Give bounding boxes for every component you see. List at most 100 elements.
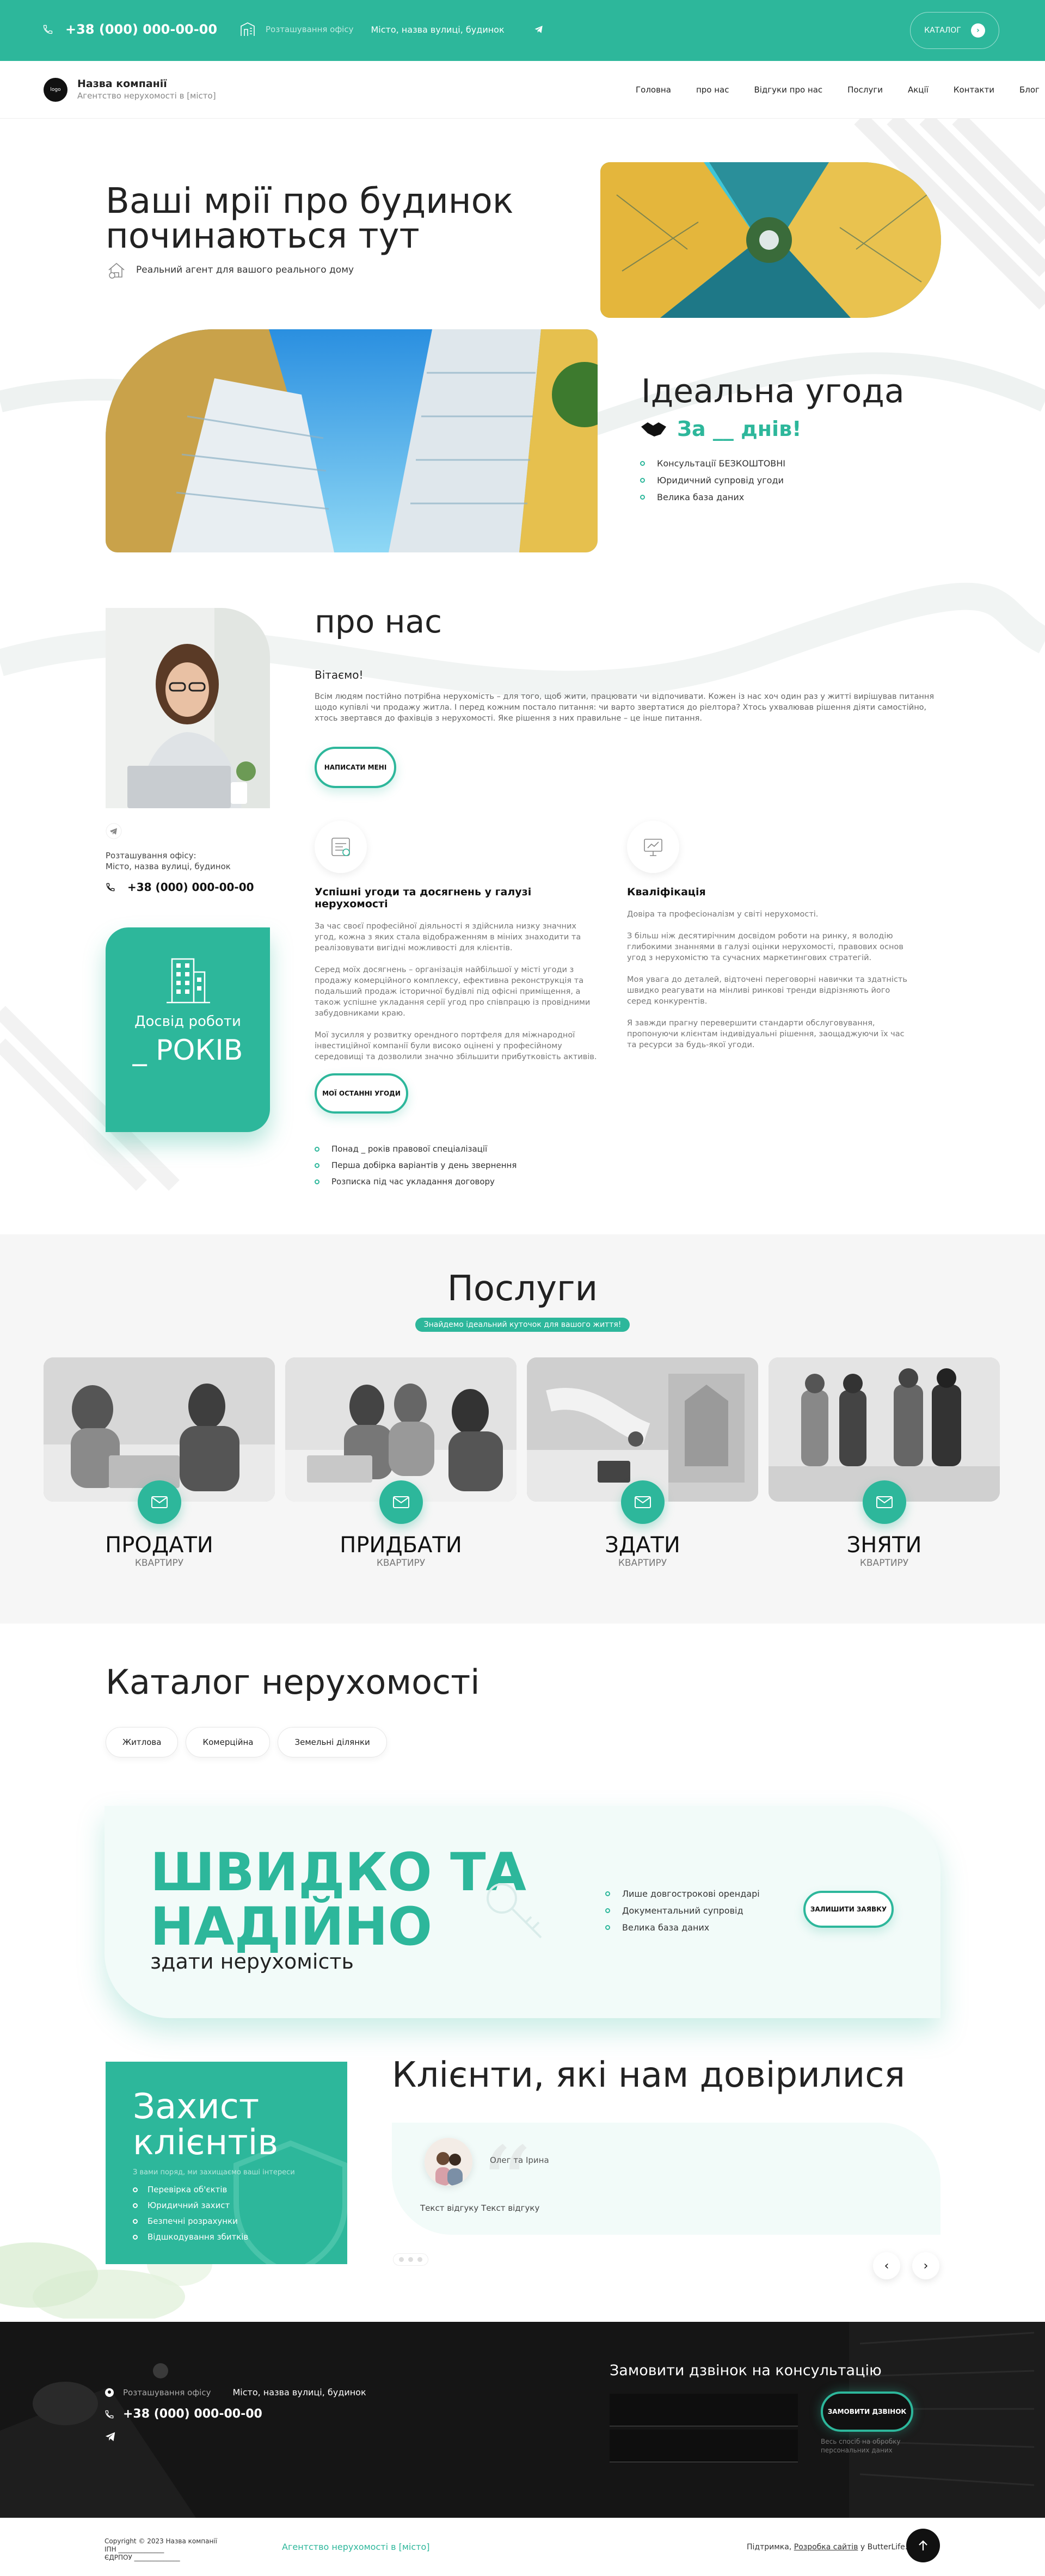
bullet-icon — [605, 1891, 610, 1896]
nav-services[interactable]: Послуги — [847, 85, 883, 95]
write-me-button[interactable]: НАПИСАТИ МЕНІ — [315, 747, 396, 788]
promo-subtitle: здати нерухомість — [150, 1950, 354, 1974]
mail-icon[interactable] — [138, 1480, 181, 1524]
leave-request-button[interactable]: ЗАЛИШИТИ ЗАЯВКУ — [803, 1891, 894, 1928]
review-pagination[interactable] — [393, 2253, 428, 2266]
topbar-phone-number: +38 (000) 000-00-00 — [65, 22, 218, 37]
scroll-up-icon[interactable] — [906, 2529, 940, 2562]
deal-days: За __ днів! — [640, 417, 801, 441]
order-call-button[interactable]: ЗАМОВИТИ ДЗВІНОК — [821, 2391, 913, 2432]
tab-residential[interactable]: Житлова — [106, 1727, 179, 1757]
feature-qualification-title: Кваліфікація — [627, 886, 706, 898]
telegram-icon[interactable] — [106, 823, 254, 839]
services-title: Послуги — [447, 1269, 598, 1309]
footer-office-label: Розташування офісу — [123, 2387, 211, 2397]
pagination-dot[interactable] — [399, 2257, 404, 2262]
ipn-text: ІПН ______________ — [104, 2546, 164, 2553]
tab-commercial[interactable]: Комерційна — [186, 1727, 271, 1757]
write-me-button-label: НАПИСАТИ МЕНІ — [324, 764, 387, 771]
next-arrow-icon[interactable]: › — [912, 2252, 939, 2279]
mail-icon[interactable] — [379, 1480, 423, 1524]
agent-photo — [106, 608, 270, 808]
nav-home[interactable]: Головна — [636, 85, 671, 95]
phone-icon — [42, 24, 53, 35]
nav-reviews[interactable]: Відгуки про нас — [754, 85, 822, 95]
services-badge: Знайдемо ідеальний куточок для вашого жи… — [415, 1318, 630, 1332]
tab-land[interactable]: Земельні ділянки — [278, 1727, 387, 1757]
protection-title: Захист клієнтів — [133, 2089, 278, 2161]
phone-icon — [106, 882, 115, 892]
logo[interactable]: logo — [44, 78, 67, 102]
page: +38 (000) 000-00-00 Розташування офісу М… — [0, 0, 1045, 2576]
main-nav: Головна про нас Відгуки про нас Послуги … — [636, 85, 1040, 95]
footer-phone[interactable]: +38 (000) 000-00-00 — [104, 2407, 366, 2421]
company-subtitle: Агентство нерухомості в [місто] — [77, 91, 216, 101]
nav-contacts[interactable]: Контакти — [954, 85, 994, 95]
feature-deals-text: За час своєї професійної діяльності я зд… — [315, 921, 598, 1062]
phone-input[interactable] — [610, 2430, 798, 2462]
bullet-icon — [133, 2187, 138, 2192]
prev-arrow-icon[interactable]: ‹ — [873, 2252, 900, 2279]
about-phone[interactable]: +38 (000) 000-00-00 — [106, 881, 254, 894]
bullet-icon — [640, 478, 645, 483]
pagination-dot[interactable] — [417, 2257, 422, 2262]
feature-qualification-paragraph: Я завжди прагну перевершити стандарти об… — [627, 1019, 905, 1049]
mail-icon[interactable] — [621, 1480, 665, 1524]
phone-icon — [104, 2409, 114, 2419]
deal-points: Консультації БЕЗКОШТОВНІ Юридичний супро… — [640, 458, 785, 509]
office-building-icon — [162, 948, 213, 1005]
building-icon — [239, 22, 257, 37]
nav-about[interactable]: про нас — [696, 85, 729, 95]
feature-deals-title: Успішні угоди та досягнень у галузі неру… — [315, 886, 532, 910]
deals-icon — [315, 821, 367, 873]
protection-point-text: Відшкодування збитків — [147, 2232, 249, 2242]
about-office-label: Розташування офісу: — [106, 851, 196, 860]
experience-label: Досвід роботи — [134, 1013, 241, 1030]
about-greeting: Вітаємо! — [315, 668, 364, 681]
company-block: Назва компанії Агентство нерухомості в [… — [77, 78, 216, 101]
nav-blog[interactable]: Блог — [1019, 85, 1040, 95]
pagination-dot[interactable] — [408, 2257, 413, 2262]
catalog-button-label: КАТАЛОГ — [924, 26, 961, 35]
name-input[interactable] — [610, 2394, 798, 2426]
topbar-office: Розташування офісу Місто, назва вулиці, … — [239, 22, 544, 37]
topbar-office-label: Розташування офісу — [266, 24, 354, 34]
telegram-icon[interactable] — [104, 2431, 116, 2443]
service-name: ЗДАТИ — [605, 1533, 680, 1558]
hero-subtitle-text: Реальний агент для вашого реального дому — [136, 265, 354, 275]
deal-point: Консультації БЕЗКОШТОВНІ — [640, 458, 785, 469]
protection-point: Безпечні розрахунки — [133, 2216, 248, 2226]
feature-deals: Успішні угоди та досягнень у галузі неру… — [315, 821, 598, 1073]
service-name: ЗНЯТИ — [846, 1533, 922, 1558]
feature-qualification-paragraph: Довіра та професіоналізм у світі нерухом… — [627, 910, 819, 919]
topbar-phone[interactable]: +38 (000) 000-00-00 — [42, 22, 217, 37]
service-sub: КВАРТИРУ — [134, 1558, 184, 1569]
footer-office-address: Місто, назва вулиці, будинок — [232, 2387, 366, 2397]
nav-promotions[interactable]: Акції — [908, 85, 929, 95]
feature-deals-paragraph: Мої зусилля у розвитку орендного портфел… — [315, 1031, 597, 1061]
deal-point: Велика база даних — [640, 492, 785, 502]
footer-phone-number: +38 (000) 000-00-00 — [123, 2407, 262, 2421]
footer-office: Розташування офісу Місто, назва вулиці, … — [104, 2387, 366, 2397]
bullet-icon — [605, 1925, 610, 1930]
protection-point: Перевірка об'єктів — [133, 2185, 248, 2194]
support-link[interactable]: Розробка сайтів — [794, 2543, 858, 2552]
logo-text: logo — [50, 87, 61, 93]
footer-social — [104, 2431, 366, 2443]
edrpou-text: ЄДРПОУ ______________ — [104, 2554, 180, 2561]
bullet-icon — [640, 495, 645, 500]
mail-icon[interactable] — [863, 1480, 906, 1524]
about-phone-number: +38 (000) 000-00-00 — [127, 881, 254, 894]
latest-deals-button[interactable]: МОЇ ОСТАННІ УГОДИ — [315, 1073, 408, 1114]
footer-contacts: Розташування офісу Місто, назва вулиці, … — [104, 2387, 366, 2452]
about-bullet-text: Розписка під час укладання договору — [331, 1177, 495, 1186]
hero-subtitle: Реальний агент для вашого реального дому — [106, 259, 354, 281]
telegram-icon[interactable] — [534, 24, 544, 34]
protection-subtitle: З вами поряд, ми захищаємо ваші інтереси — [133, 2168, 295, 2177]
promo-point: Велика база даних — [605, 1922, 760, 1933]
about-contacts: Розташування офісу: Місто, назва вулиці,… — [106, 823, 254, 894]
service-name: ПРОДАТИ — [105, 1533, 213, 1558]
bullet-icon — [133, 2234, 138, 2240]
catalog-button[interactable]: КАТАЛОГ › — [910, 12, 999, 49]
review-text: Текст відгуку Текст відгуку — [420, 2203, 540, 2213]
